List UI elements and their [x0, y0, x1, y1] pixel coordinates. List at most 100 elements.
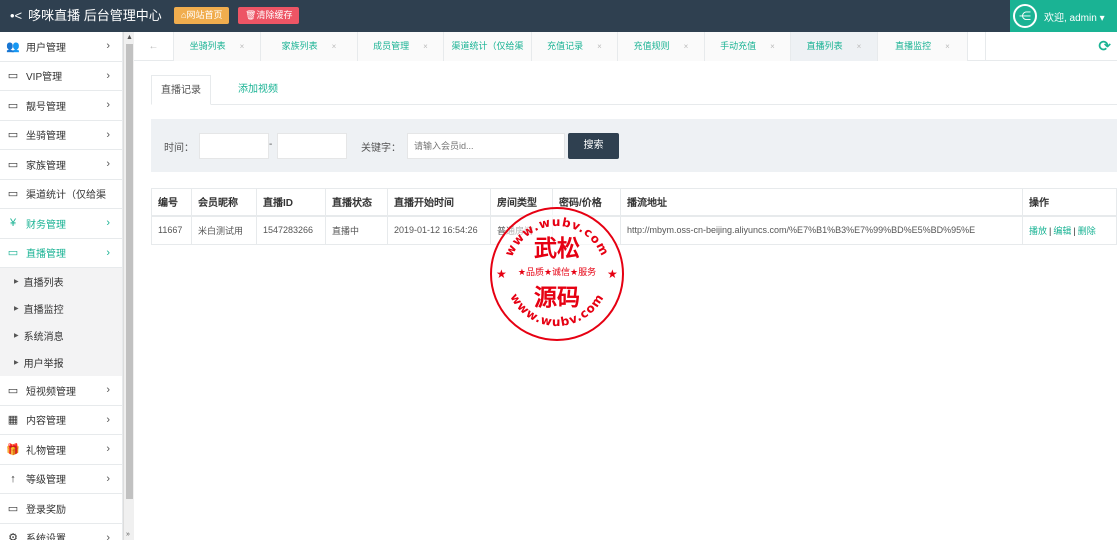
monitor-icon: ▭: [7, 188, 19, 201]
cell-status: 直播中: [325, 215, 388, 245]
sidebar-item-system-settings[interactable]: ⚙ 系统设置 ›: [0, 523, 122, 540]
keyword-input[interactable]: [407, 133, 565, 159]
close-icon[interactable]: ×: [684, 42, 689, 51]
chevron-right-icon: ›: [106, 384, 110, 397]
chevron-right-icon: ›: [106, 413, 110, 426]
start-time-input[interactable]: [199, 133, 269, 159]
tabs-scroll-right[interactable]: [968, 32, 986, 61]
caret-right-icon: ▶: [14, 359, 19, 366]
share-icon: •<: [10, 8, 23, 23]
search-form: 时间： - 关键字： 搜索: [151, 119, 1117, 172]
sidebar-item-live[interactable]: ▭ 直播管理 ›: [0, 238, 122, 268]
user-menu[interactable]: ⋲ 欢迎, admin ▾: [1010, 0, 1117, 32]
sidebar-item-level[interactable]: ↑ 等级管理 ›: [0, 464, 122, 494]
sidebar-item-channel[interactable]: ▭ 渠道统计（仅给渠: [0, 179, 122, 209]
sidebar-item-vip[interactable]: ▭ VIP管理 ›: [0, 61, 122, 91]
close-icon[interactable]: ×: [945, 42, 950, 51]
tab-member-management[interactable]: 成员管理 ×: [358, 32, 444, 61]
chevron-right-icon: ›: [106, 69, 110, 82]
chevron-right-icon: ›: [106, 443, 110, 456]
tab-mount-list[interactable]: 坐骑列表 ×: [174, 32, 261, 61]
edit-link[interactable]: 编辑: [1053, 226, 1071, 236]
play-link[interactable]: 播放: [1029, 226, 1047, 236]
end-time-input[interactable]: [277, 133, 347, 159]
gears-icon: ⚙: [8, 532, 18, 540]
subtab-add-video[interactable]: 添加视频: [229, 75, 287, 105]
chevron-right-icon: ›: [106, 472, 110, 485]
column-header: 播流地址: [620, 188, 1023, 217]
gift-icon: 🎁: [6, 443, 20, 456]
cell-nickname: 米白测试用: [191, 215, 257, 245]
close-icon[interactable]: ×: [597, 42, 602, 51]
close-icon[interactable]: ×: [857, 42, 862, 51]
monitor-icon: ▭: [7, 158, 19, 171]
sidebar-item-content[interactable]: ▦ 内容管理 ›: [0, 405, 122, 435]
main-content: 直播记录 添加视频 时间： - 关键字： 搜索 编号 会员昵称 直播ID 直播状…: [134, 61, 1117, 540]
users-icon: 👥: [6, 40, 20, 53]
scrollbar-thumb[interactable]: [126, 44, 133, 499]
website-home-button[interactable]: ⌂网站首页: [174, 7, 230, 24]
chevron-right-icon: ›: [106, 531, 110, 540]
chevron-right-icon: ›: [106, 128, 110, 141]
time-label: 时间：: [164, 143, 194, 154]
chevron-right-icon: ›: [106, 246, 110, 259]
clear-cache-button[interactable]: 🗑清除缓存: [238, 7, 300, 24]
tab-manual-recharge[interactable]: 手动充值 ×: [705, 32, 791, 61]
grid-icon: ▦: [7, 414, 19, 427]
delete-link[interactable]: 删除: [1078, 226, 1096, 236]
scroll-up-icon[interactable]: ▲: [126, 34, 133, 41]
welcome-text[interactable]: 欢迎, admin ▾: [1040, 9, 1105, 24]
monitor-icon: ▭: [7, 129, 19, 142]
subtab-live-records[interactable]: 直播记录: [151, 75, 211, 105]
sidebar-item-finance[interactable]: ¥ 财务管理 ›: [0, 209, 122, 239]
tabs-bar: ← 坐骑列表 × 家族列表 × 成员管理 × 渠道统计（仅给渠 充值记录 × 充值规则 ×…: [134, 32, 1117, 61]
tab-live-monitor[interactable]: 直播监控 ×: [878, 32, 968, 61]
cell-password-price: [552, 215, 621, 245]
tab-live-list[interactable]: 直播列表 ×: [791, 32, 878, 61]
sidebar: 👥 用户管理 › ▭ VIP管理 › ▭ 靓号管理 › ▭ 坐骑管理 › ▭ 家…: [0, 32, 123, 540]
caret-right-icon: ▶: [14, 332, 19, 339]
sidebar-item-liang[interactable]: ▭ 靓号管理 ›: [0, 91, 122, 121]
caret-right-icon: ▶: [14, 278, 19, 285]
brand: •< 哆咪直播 后台管理中心: [10, 0, 162, 32]
tab-family-list[interactable]: 家族列表 ×: [261, 32, 358, 61]
monitor-icon: ▭: [7, 502, 19, 515]
tab-recharge-rules[interactable]: 充值规则 ×: [618, 32, 705, 61]
close-icon[interactable]: ×: [240, 42, 245, 51]
tabs-scroll-left[interactable]: ←: [134, 32, 174, 61]
sidebar-subitem-live-list[interactable]: ▶ 直播列表: [0, 268, 122, 295]
column-header: 密码/价格: [552, 188, 621, 217]
column-header: 直播状态: [325, 188, 388, 217]
sidebar-item-family[interactable]: ▭ 家族管理 ›: [0, 150, 122, 180]
sidebar-item-mount[interactable]: ▭ 坐骑管理 ›: [0, 120, 122, 150]
search-button[interactable]: 搜索: [568, 133, 619, 159]
time-range-dash: -: [269, 139, 273, 150]
column-header: 编号: [151, 188, 192, 217]
cell-stream-url: http://mbym.oss-cn-beijing.aliyuncs.com/…: [620, 215, 1023, 245]
refresh-icon[interactable]: ⟳: [1098, 37, 1111, 55]
cell-actions: 播放 | 编辑 | 删除: [1022, 215, 1117, 245]
monitor-icon: ▭: [7, 247, 19, 260]
chevron-right-icon: ›: [106, 158, 110, 171]
close-icon[interactable]: ×: [423, 42, 428, 51]
sidebar-subitem-live-monitor[interactable]: ▶ 直播监控: [0, 295, 122, 322]
yen-icon: ¥: [9, 217, 17, 230]
sidebar-item-gift[interactable]: 🎁 礼物管理 ›: [0, 435, 122, 465]
tab-recharge-records[interactable]: 充值记录 ×: [532, 32, 618, 61]
sidebar-scrollbar[interactable]: ▲ »: [123, 32, 134, 540]
sidebar-subitem-user-report[interactable]: ▶ 用户举报: [0, 349, 122, 376]
sidebar-item-short-video[interactable]: ▭ 短视频管理 ›: [0, 376, 122, 406]
column-header: 直播ID: [256, 188, 326, 217]
live-records-table: 编号 会员昵称 直播ID 直播状态 直播开始时间 房间类型 密码/价格 播流地址…: [151, 188, 1117, 245]
avatar[interactable]: ⋲: [1010, 0, 1040, 32]
sidebar-item-users[interactable]: 👥 用户管理 ›: [0, 32, 122, 62]
sidebar-item-login-reward[interactable]: ▭ 登录奖励: [0, 494, 122, 524]
close-icon[interactable]: ×: [770, 42, 775, 51]
monitor-icon: ▭: [7, 70, 19, 83]
close-icon[interactable]: ×: [332, 42, 337, 51]
cell-live-id: 1547283266: [256, 215, 326, 245]
chevron-right-icon: ›: [106, 40, 110, 53]
sidebar-subitem-system-message[interactable]: ▶ 系统消息: [0, 322, 122, 349]
tab-channel-stats[interactable]: 渠道统计（仅给渠: [444, 32, 532, 61]
scroll-down-icon[interactable]: »: [126, 531, 130, 538]
